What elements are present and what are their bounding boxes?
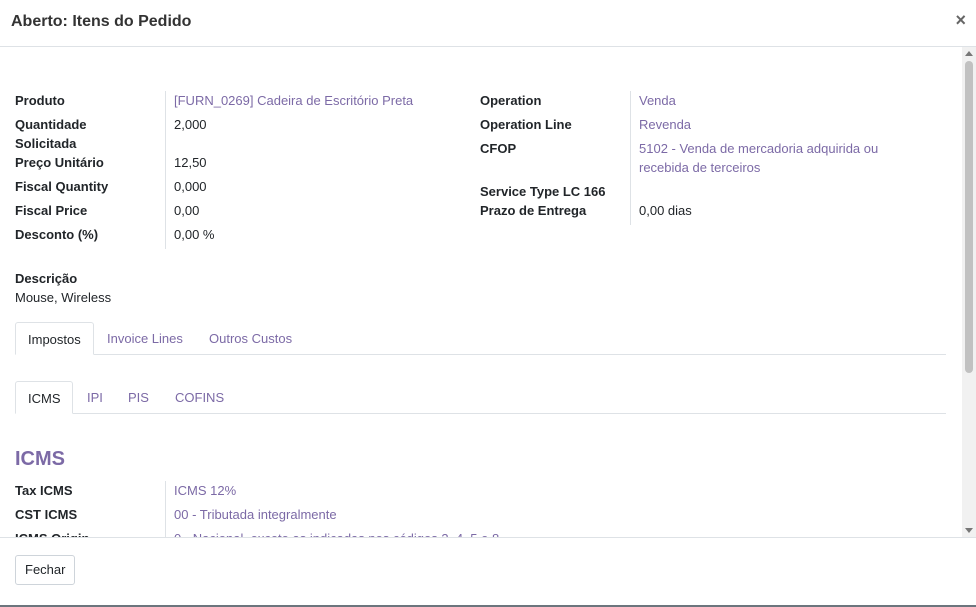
icms-column-divider [165, 481, 166, 537]
preco-unitario-label: Preço Unitário [15, 155, 104, 170]
fiscal-quantity-label: Fiscal Quantity [15, 179, 109, 194]
operation-link[interactable]: Venda [639, 91, 676, 110]
right-column-divider [630, 91, 631, 225]
quantidade-label-line2: Solicitada [15, 136, 77, 151]
quantidade-value: 2,000 [174, 117, 207, 132]
cst-icms-link[interactable]: 00 - Tributada integralmente [174, 505, 337, 524]
fechar-button[interactable]: Fechar [15, 555, 76, 585]
tab-pis[interactable]: PIS [116, 381, 161, 414]
main-tabs: Impostos Invoice Lines Outros Custos [15, 322, 946, 355]
prazo-entrega-label: Prazo de Entrega [480, 203, 587, 218]
tab-impostos[interactable]: Impostos [15, 322, 94, 355]
preco-unitario-value: 12,50 [174, 155, 207, 170]
operation-line-link[interactable]: Revenda [639, 115, 691, 134]
scroll-up-icon[interactable] [965, 51, 973, 56]
cfop-link-line2[interactable]: recebida de terceiros [639, 158, 760, 177]
fiscal-quantity-value: 0,000 [174, 179, 207, 194]
icms-section-title: ICMS [15, 448, 65, 470]
desconto-label: Desconto (%) [15, 227, 99, 242]
operation-label: Operation [480, 93, 542, 108]
produto-link[interactable]: [FURN_0269] Cadeira de Escritório Preta [174, 91, 413, 110]
tab-icms[interactable]: ICMS [15, 381, 73, 414]
close-icon[interactable]: × [955, 10, 966, 31]
tab-invoice-lines[interactable]: Invoice Lines [95, 322, 195, 355]
prazo-entrega-value: 0,00 dias [639, 203, 692, 218]
produto-label: Produto [15, 93, 65, 108]
dialog-scrollbar[interactable] [962, 47, 976, 537]
tab-cofins[interactable]: COFINS [163, 381, 236, 414]
tax-icms-label: Tax ICMS [15, 483, 73, 498]
scroll-thumb[interactable] [965, 61, 973, 373]
fiscal-price-label: Fiscal Price [15, 203, 88, 218]
dialog-header: Aberto: Itens do Pedido × [0, 0, 976, 47]
tab-outros-custos[interactable]: Outros Custos [197, 322, 304, 355]
scroll-down-icon[interactable] [965, 528, 973, 533]
tax-icms-link[interactable]: ICMS 12% [174, 481, 236, 500]
quantidade-label: Quantidade [15, 117, 87, 132]
tab-ipi[interactable]: IPI [75, 381, 115, 414]
left-column-divider [165, 91, 166, 249]
dialog-body: Produto [FURN_0269] Cadeira de Escritóri… [0, 47, 962, 537]
dialog-title: Aberto: Itens do Pedido [11, 13, 192, 30]
operation-line-label: Operation Line [480, 117, 572, 132]
service-type-label: Service Type LC 166 [480, 184, 606, 199]
cst-icms-label: CST ICMS [15, 507, 78, 522]
cfop-link[interactable]: 5102 - Venda de mercadoria adquirida ou [639, 139, 878, 158]
dialog-footer: Fechar [0, 537, 976, 607]
descricao-value: Mouse, Wireless [15, 290, 112, 305]
fiscal-price-value: 0,00 [174, 203, 200, 218]
icms-origin-label: ICMS Origin [15, 529, 89, 537]
cfop-label: CFOP [480, 141, 517, 156]
icms-origin-link[interactable]: 0 - Nacional, exceto as indicadas nos có… [174, 529, 499, 537]
tax-tabs: ICMS IPI PIS COFINS [15, 381, 946, 414]
descricao-label: Descrição [15, 271, 78, 286]
desconto-value: 0,00 % [174, 227, 215, 242]
